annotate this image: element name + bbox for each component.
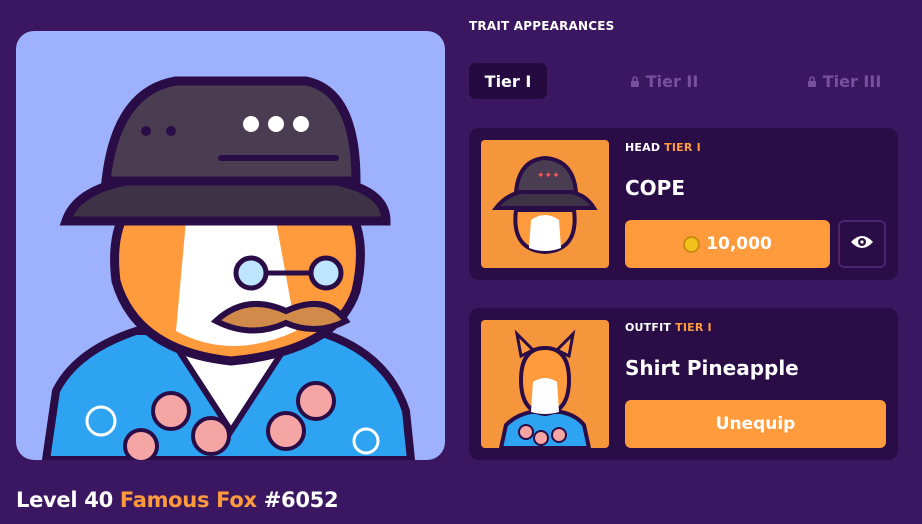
head-trait-type-label: HEAD [625,141,661,154]
trait-card-head: ✦✦✦ HEAD TIER I COPE 10,000 [469,128,898,280]
outfit-trait-type: OUTFIT TIER I [625,321,712,334]
outfit-trait-thumbnail [481,320,609,448]
token-title: Level 40 Famous Fox #6052 [16,488,339,512]
lock-icon [630,75,640,87]
head-trait-tier: TIER I [664,141,701,154]
trait-price: 10,000 [706,234,772,254]
fox-illustration [41,76,416,460]
section-title: TRAIT APPEARANCES [469,19,615,33]
tab-tier-1[interactable]: Tier I [469,63,547,99]
trait-card-outfit: OUTFIT TIER I Shirt Pineapple Unequip [469,308,898,460]
lock-icon [807,75,817,87]
collection-name: Famous Fox [119,488,257,512]
coin-icon [683,235,701,253]
outfit-trait-type-label: OUTFIT [625,321,672,334]
eye-icon [850,234,874,254]
outfit-trait-tier: TIER I [675,321,712,334]
tab-tier-3[interactable]: Tier III [794,63,894,99]
tier-tabs: Tier I Tier II Tier III [469,63,897,99]
preview-button[interactable] [838,220,886,268]
svg-text:✦✦✦: ✦✦✦ [537,171,560,181]
buy-trait-button[interactable]: 10,000 [625,220,830,268]
head-trait-type: HEAD TIER I [625,141,701,154]
head-trait-name: COPE [625,176,685,200]
tab-tier-2-label: Tier II [645,71,699,91]
level-label: Level 40 [16,488,113,512]
outfit-trait-name: Shirt Pineapple [625,356,799,380]
unequip-button[interactable]: Unequip [625,400,886,448]
fox-portrait [16,31,445,460]
head-trait-thumbnail: ✦✦✦ [481,140,609,268]
token-id: #6052 [263,488,339,512]
tab-tier-2[interactable]: Tier II [619,63,709,99]
tab-tier-3-label: Tier III [822,71,882,91]
